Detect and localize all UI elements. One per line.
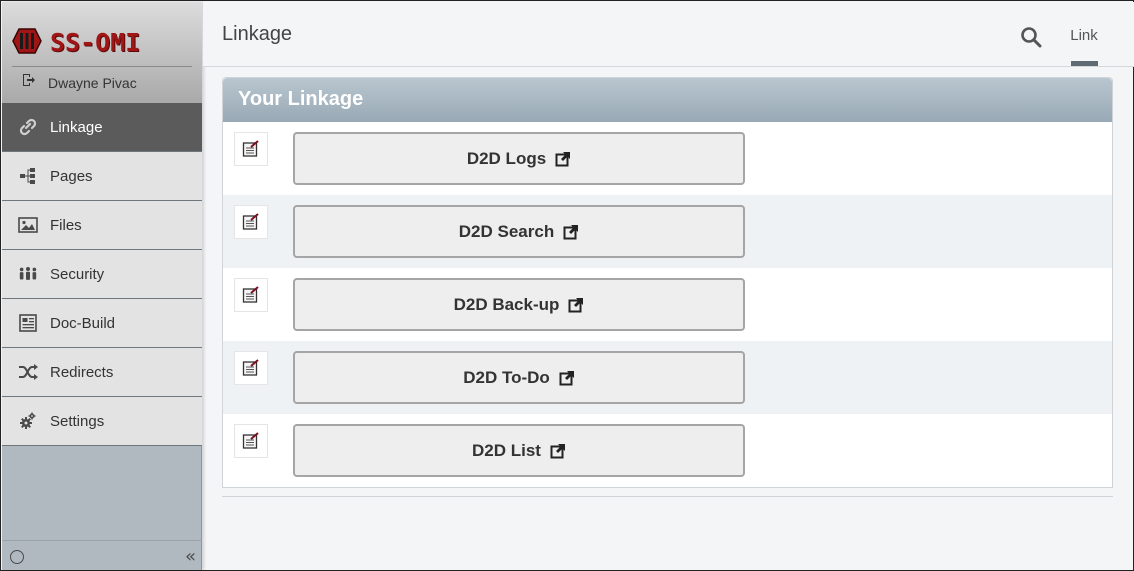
link-button-label: D2D List [472,440,541,460]
brand-area: SS-OMI Dwayne Pivac [2,2,202,103]
sidebar-item-label: Settings [50,412,105,430]
link-button[interactable]: D2D Back-up [293,278,745,331]
edit-icon[interactable] [234,132,268,166]
list-item: D2D To-Do [223,341,1112,414]
sidebar-item-files[interactable]: Files [2,201,202,250]
sidebar-item-label: Security [50,265,105,283]
list-item: D2D Back-up [223,268,1112,341]
sidebar-item-label: Files [50,216,82,234]
edit-icon[interactable] [234,424,268,458]
content-divider [222,496,1113,497]
user-name: Dwayne Pivac [48,75,137,91]
external-link-icon [550,443,565,458]
list-item: D2D List [223,414,1112,487]
logo-icon [12,28,42,54]
sitemap-icon [18,167,38,185]
link-button[interactable]: D2D To-Do [293,351,745,404]
edit-icon[interactable] [234,278,268,312]
sidebar-item-security[interactable]: Security [2,250,202,299]
search-icon[interactable] [1020,26,1042,48]
brand-name: SS-OMI [50,28,141,57]
brand-divider [12,66,192,67]
status-circle-icon[interactable] [10,550,24,564]
tab-link[interactable]: Link [1069,27,1099,44]
sign-out-icon [23,74,35,86]
sidebar-item-redirects[interactable]: Redirects [2,348,202,397]
sidebar-footer: « [2,540,202,570]
external-link-icon [559,370,574,385]
cogs-icon [18,412,38,430]
sidebar-item-settings[interactable]: Settings [2,397,202,446]
top-header: Linkage Link [203,2,1134,67]
external-link-icon [555,151,571,166]
link-button[interactable]: D2D Logs [293,132,745,185]
user-menu[interactable]: Dwayne Pivac [22,74,137,91]
users-icon [18,265,38,283]
link-button[interactable]: D2D Search [293,205,745,258]
sidebar-item-label: Doc-Build [50,314,116,332]
active-tab-indicator [1071,61,1098,66]
panel-title: Your Linkage [223,78,1112,122]
app-window: SS-OMI Dwayne Pivac Linkage Pages Files … [0,0,1134,571]
edit-icon[interactable] [234,205,268,239]
link-button-label: D2D Back-up [453,294,560,314]
sidebar-item-label: Linkage [50,118,103,136]
external-link-icon [568,297,584,312]
edit-icon[interactable] [234,351,268,385]
sidebar-item-label: Redirects [50,363,114,381]
link-button-label: D2D Search [458,221,555,241]
list-item: D2D Logs [223,122,1112,195]
list-item: D2D Search [223,195,1112,268]
link-button[interactable]: D2D List [293,424,745,477]
sidebar-item-label: Pages [50,167,93,185]
link-button-label: D2D To-Do [463,367,550,387]
newspaper-icon [18,314,38,332]
sidebar-nav: Linkage Pages Files Security Doc-Build R… [2,103,202,446]
image-icon [18,216,38,234]
external-link-icon [563,224,579,239]
page-title: Linkage [222,23,293,45]
shuffle-icon [18,363,38,381]
link-icon [18,118,38,136]
sidebar-item-pages[interactable]: Pages [2,152,202,201]
link-button-label: D2D Logs [466,148,547,168]
linkage-panel: Your Linkage D2D Logs D2D Search D2D Bac… [222,77,1113,488]
sidebar-item-doc-build[interactable]: Doc-Build [2,299,202,348]
sidebar: SS-OMI Dwayne Pivac Linkage Pages Files … [2,2,202,570]
collapse-sidebar-icon[interactable]: « [185,546,196,567]
sidebar-item-linkage[interactable]: Linkage [2,103,202,152]
